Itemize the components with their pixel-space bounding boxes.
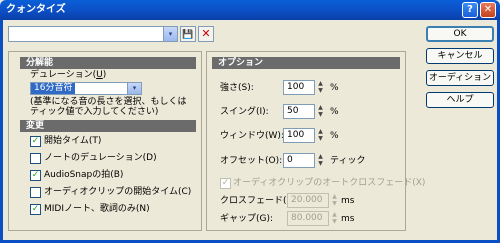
swing-spinner[interactable]: ▲ ▼ bbox=[316, 104, 325, 119]
crossfade-input[interactable]: 20.000 bbox=[287, 193, 329, 208]
window-label: ウィンドウ(W): bbox=[220, 131, 284, 141]
cancel-button[interactable]: キャンセル bbox=[426, 48, 494, 64]
close-icon: ✕ bbox=[201, 27, 211, 40]
offset-unit: ティック bbox=[330, 156, 366, 166]
duration-combo[interactable]: 16分音符 ▾ bbox=[30, 82, 142, 95]
help-button[interactable]: ヘルプ bbox=[426, 92, 494, 108]
options-header: オプション bbox=[212, 57, 400, 69]
gap-unit: ms bbox=[341, 214, 355, 224]
delete-preset-button[interactable]: ✕ bbox=[198, 26, 214, 42]
offset-input[interactable]: 0 bbox=[283, 153, 315, 168]
duration-value: 16分音符 bbox=[31, 83, 76, 94]
offset-label: オフセット(O): bbox=[220, 156, 283, 166]
auto-crossfade-checkbox[interactable] bbox=[220, 178, 231, 189]
start-time-label: 開始タイム(T) bbox=[44, 136, 102, 146]
start-time-checkbox[interactable] bbox=[30, 136, 41, 147]
strength-spinner[interactable]: ▲ ▼ bbox=[316, 80, 325, 95]
window-spinner[interactable]: ▲ ▼ bbox=[316, 128, 325, 143]
strength-input[interactable]: 100 bbox=[283, 80, 315, 95]
window-title: クォンタイズ bbox=[6, 4, 66, 15]
title-help-button[interactable]: ? bbox=[462, 2, 478, 18]
crossfade-spinner[interactable]: ▲ ▼ bbox=[330, 193, 339, 208]
midi-lyrics-only-checkbox[interactable] bbox=[30, 204, 41, 215]
floppy-disk-icon: 💾 bbox=[182, 30, 194, 40]
swing-unit: % bbox=[330, 107, 339, 117]
window-input[interactable]: 100 bbox=[283, 128, 315, 143]
resolution-header: 分解能 bbox=[20, 57, 196, 69]
note-duration-checkbox[interactable] bbox=[30, 153, 41, 164]
chevron-down-icon[interactable]: ▾ bbox=[163, 27, 177, 41]
swing-label: スイング(I): bbox=[220, 107, 269, 117]
save-preset-button[interactable]: 💾 bbox=[180, 26, 196, 42]
strength-unit: % bbox=[330, 83, 339, 93]
gap-input[interactable]: 80.000 bbox=[287, 211, 329, 226]
crossfade-unit: ms bbox=[341, 196, 355, 206]
audio-clip-start-label: オーディオクリップの開始タイム(C) bbox=[44, 187, 192, 197]
midi-lyrics-only-label: MIDIノート、歌詞のみ(N) bbox=[44, 204, 150, 214]
duration-label: デュレーション(U) bbox=[30, 70, 107, 80]
duration-help-line-2: ティック値で入力してください) bbox=[30, 107, 159, 117]
title-close-button[interactable]: ✕ bbox=[480, 2, 496, 18]
gap-label: ギャップ(G): bbox=[220, 214, 274, 224]
strength-label: 強さ(S): bbox=[220, 83, 254, 93]
auto-crossfade-label: オーディオクリップのオートクロスフェード(X) bbox=[233, 178, 426, 188]
audio-clip-start-checkbox[interactable] bbox=[30, 187, 41, 198]
audiosnap-beat-label: AudioSnapの拍(B) bbox=[44, 170, 124, 180]
ok-button[interactable]: OK bbox=[426, 26, 494, 42]
audition-button[interactable]: オーディション bbox=[426, 70, 494, 86]
gap-spinner[interactable]: ▲ ▼ bbox=[330, 211, 339, 226]
note-duration-label: ノートのデュレーション(D) bbox=[44, 153, 157, 163]
changes-header: 変更 bbox=[20, 120, 196, 132]
offset-spinner[interactable]: ▲ ▼ bbox=[316, 153, 325, 168]
audiosnap-beat-checkbox[interactable] bbox=[30, 170, 41, 181]
title-bar: クォンタイズ bbox=[0, 0, 500, 20]
window-unit: % bbox=[330, 131, 339, 141]
chevron-down-icon[interactable]: ▾ bbox=[127, 83, 141, 94]
preset-combo[interactable]: ▾ bbox=[8, 26, 178, 42]
swing-input[interactable]: 50 bbox=[283, 104, 315, 119]
